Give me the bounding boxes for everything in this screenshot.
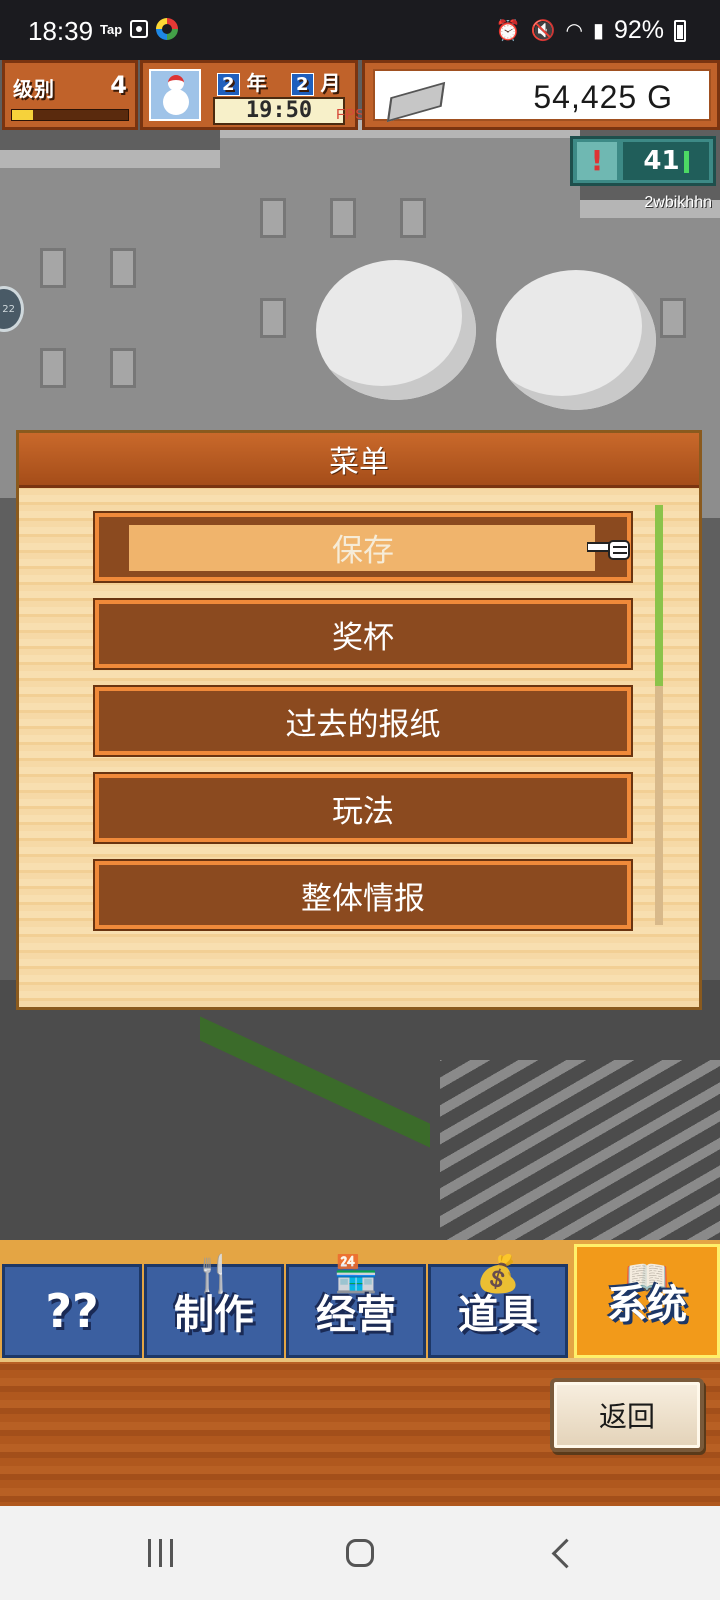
- unknown-shop-label: ??: [45, 1284, 99, 1338]
- level-panel[interactable]: 级别 4: [2, 60, 138, 130]
- nav-tab-label: 经营: [316, 1292, 396, 1338]
- nav-shop-unknown[interactable]: ??: [2, 1264, 142, 1358]
- month-display: 2 月: [291, 67, 341, 96]
- menu-item-label: 玩法: [332, 793, 394, 830]
- level-progress-fill: [12, 110, 33, 120]
- nav-tab-items[interactable]: 💰 道具: [428, 1254, 568, 1358]
- money-value: 54,425 G: [533, 79, 673, 115]
- alarm-icon: ⏰: [495, 20, 521, 42]
- alert-value: 41: [643, 146, 680, 176]
- money-panel: 54,425 G: [362, 60, 720, 130]
- crosswalk: [440, 1060, 720, 1240]
- home-icon: [346, 1539, 374, 1567]
- recents-button[interactable]: [130, 1530, 190, 1576]
- status-bar: 18:39 Tap ⏰ 🔇 ◠ ▮ 92%: [0, 0, 720, 60]
- alert-counter: 41: [623, 142, 709, 180]
- mute-icon: 🔇: [530, 20, 556, 42]
- year-display: 2 年: [217, 67, 267, 96]
- back-nav-button[interactable]: [536, 1530, 596, 1576]
- level-label: 级别: [13, 77, 55, 101]
- menu-item-past-newspapers[interactable]: 过去的报纸: [95, 687, 631, 755]
- snowman-avatar: [149, 69, 201, 121]
- menu-item-label: 奖杯: [332, 619, 394, 656]
- clock-time: 18:39: [28, 16, 94, 46]
- back-button[interactable]: 返回: [550, 1378, 704, 1452]
- nav-tab-label: 制作: [174, 1292, 254, 1338]
- menu-list: 保存 奖杯 过去的报纸 玩法 整体情报: [95, 513, 631, 948]
- square-app-icon: [130, 20, 149, 38]
- year-value: 2: [217, 73, 240, 96]
- month-unit: 月: [320, 71, 341, 95]
- level-value: 4: [110, 71, 127, 99]
- system-icons: ⏰ 🔇 ◠ ▮ 92%: [496, 16, 686, 45]
- nav-tab-system[interactable]: 📖 系统: [574, 1244, 720, 1358]
- menu-item-label: 保存: [332, 532, 394, 569]
- bottom-panel: 返回: [0, 1358, 720, 1510]
- system-nav-bar: [0, 1506, 720, 1600]
- recents-icon: [147, 1539, 173, 1567]
- menu-item-how-to-play[interactable]: 玩法: [95, 774, 631, 842]
- game-clock: 19:50: [213, 97, 345, 125]
- nav-tab-label: 道具: [458, 1292, 538, 1338]
- menu-item-label: 过去的报纸: [285, 706, 441, 743]
- exclamation-icon: !: [577, 142, 617, 180]
- gold-bar-icon: [386, 81, 446, 123]
- wifi-icon: ◠: [565, 20, 583, 42]
- nav-tab-label: 系统: [607, 1282, 687, 1328]
- pointing-hand-icon: [587, 540, 630, 560]
- signal-icon: ▮: [592, 20, 604, 42]
- notification-icons: Tap: [100, 18, 179, 40]
- date-panel[interactable]: 2 年 2 月 19:50: [140, 60, 358, 130]
- snowy-tree: [316, 260, 476, 400]
- alert-panel[interactable]: ! 41: [570, 136, 716, 186]
- menu-header: 菜单: [19, 433, 699, 488]
- home-button[interactable]: [330, 1530, 390, 1576]
- menu-item-label: 整体情报: [301, 880, 425, 917]
- menu-item-save[interactable]: 保存: [95, 513, 631, 581]
- tap-icon: Tap: [100, 21, 123, 37]
- nav-tab-craft[interactable]: 🍴 制作: [144, 1254, 284, 1358]
- year-unit: 年: [246, 71, 267, 95]
- user-id: 2wbikhhn: [644, 194, 712, 211]
- back-arrow-icon: [551, 1538, 581, 1568]
- menu-item-overall-info[interactable]: 整体情报: [95, 861, 631, 929]
- menu-scrollbar[interactable]: [655, 505, 663, 925]
- level-progress-bar: [11, 109, 129, 121]
- menu-scroll-thumb[interactable]: [655, 505, 663, 686]
- month-value: 2: [291, 73, 314, 96]
- color-ring-icon: [156, 18, 179, 40]
- game-bottom-nav: ?? 🍴 制作 🏪 经营 💰 道具 📖 系统: [0, 1240, 720, 1358]
- battery-percent: 92%: [613, 16, 664, 44]
- alert-bar-icon: [683, 150, 689, 173]
- nav-tab-manage[interactable]: 🏪 经营: [286, 1254, 426, 1358]
- battery-icon: [674, 19, 686, 42]
- snowy-tree: [496, 270, 656, 410]
- menu-title: 菜单: [329, 445, 389, 480]
- menu-item-trophies[interactable]: 奖杯: [95, 600, 631, 668]
- menu-dialog: 菜单 保存 奖杯 过去的报纸 玩法 整体情报: [16, 430, 702, 1010]
